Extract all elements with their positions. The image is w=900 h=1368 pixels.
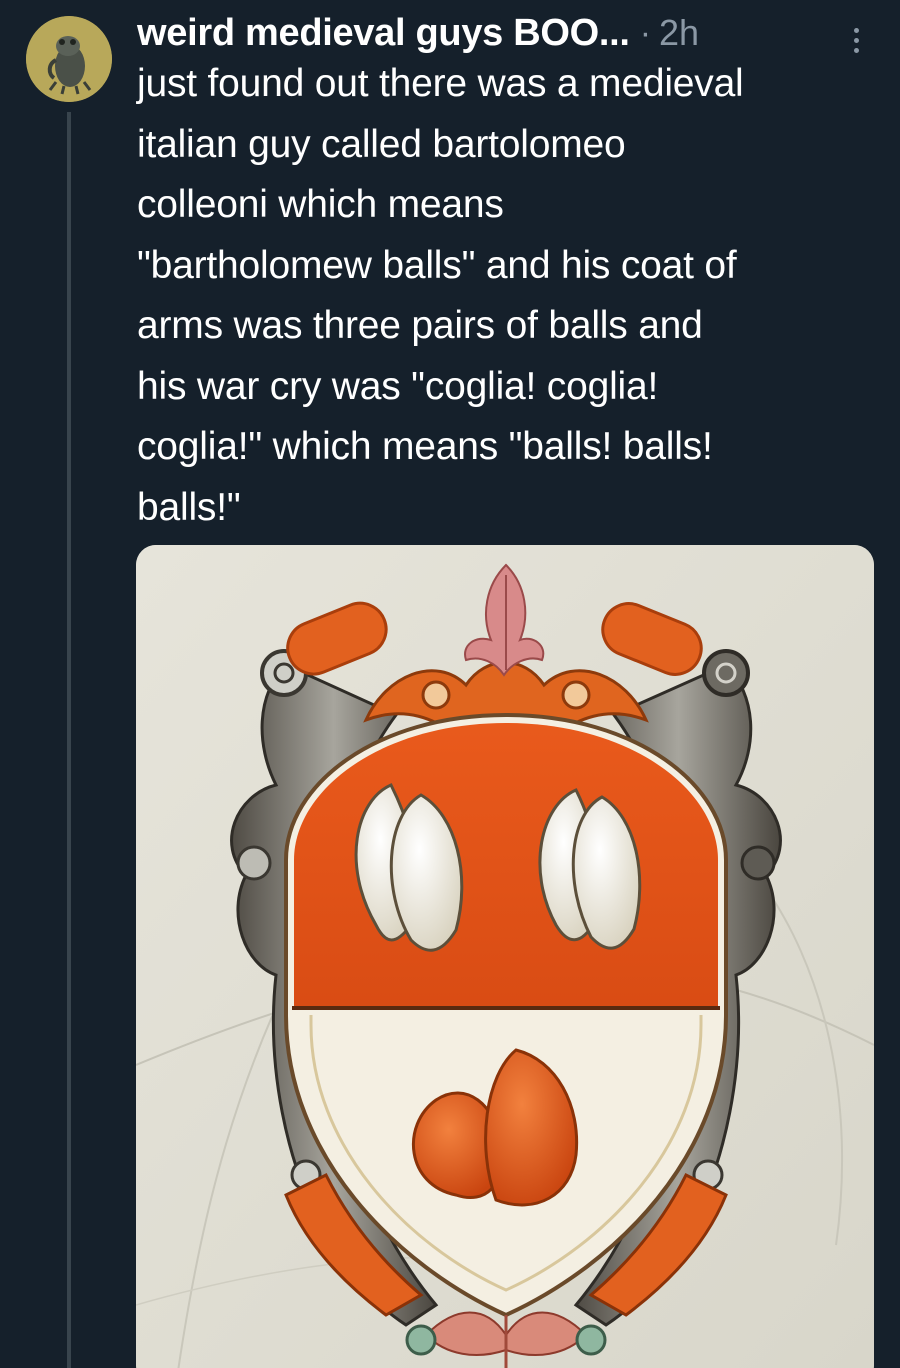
tweet-header: weird medieval guys BOO... · 2h (137, 8, 699, 58)
author-display-name[interactable]: weird medieval guys BOO... (137, 12, 630, 55)
tweet-text: just found out there was a medieval ital… (137, 62, 744, 529)
more-vertical-icon (854, 28, 859, 33)
separator-dot: · (639, 13, 652, 52)
tweet-media-image[interactable] (136, 545, 874, 1368)
thread-line (67, 112, 71, 1368)
coat-of-arms-illustration (136, 545, 874, 1368)
tweet[interactable]: weird medieval guys BOO... · 2h just fou… (0, 0, 900, 1368)
avatar[interactable] (26, 16, 112, 102)
timestamp[interactable]: 2h (659, 12, 699, 54)
frog-avatar-icon (26, 16, 112, 102)
